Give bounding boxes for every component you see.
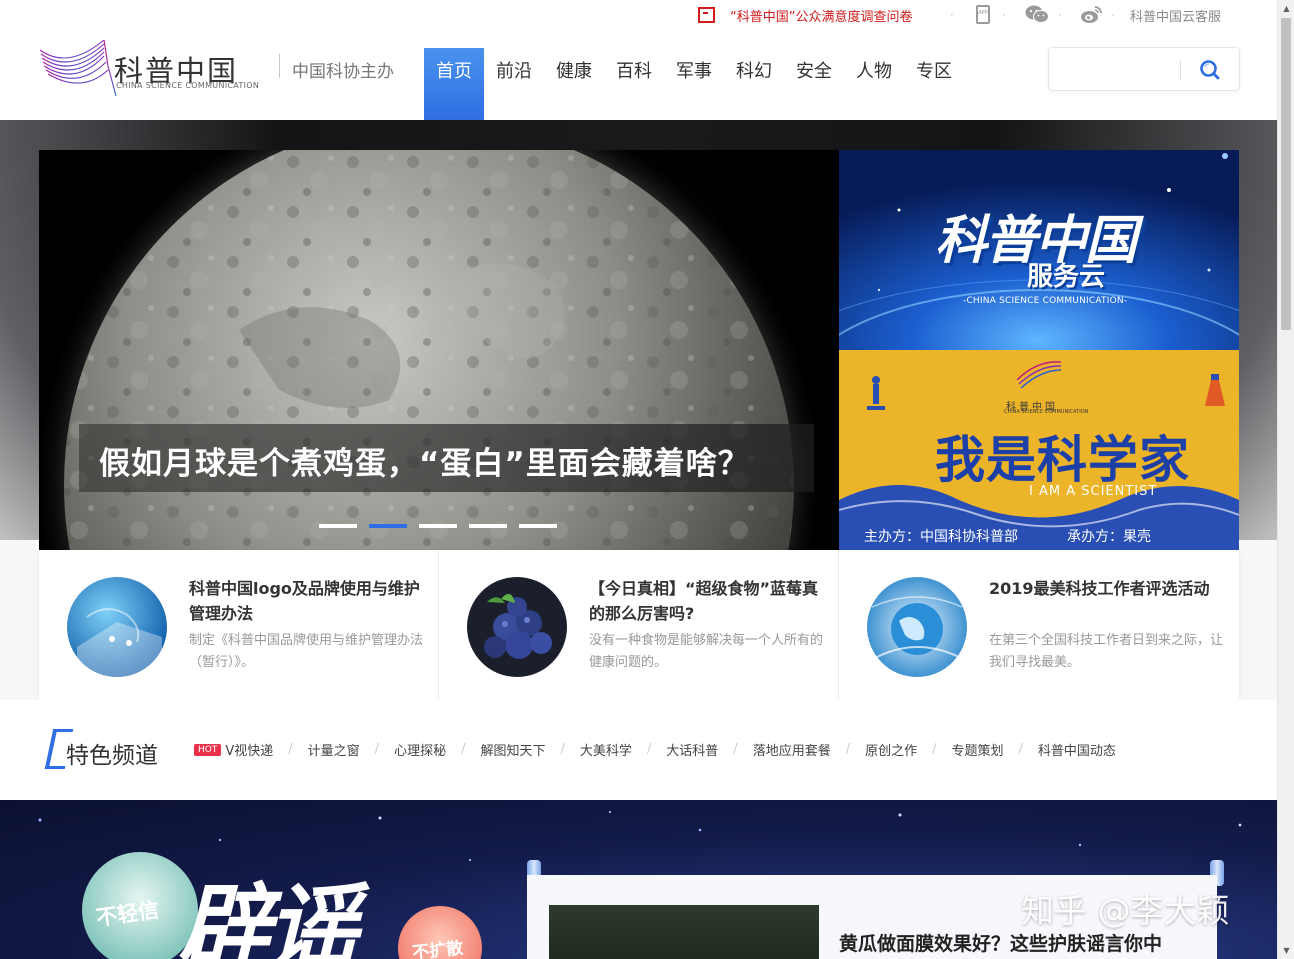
app-icon[interactable]: APP <box>976 5 990 24</box>
channel-link[interactable]: 大美科学 <box>580 740 632 759</box>
slider-pagination <box>319 524 557 528</box>
rumor-badge-right: 不扩散 <box>411 938 465 959</box>
channel-link[interactable]: 科普中国动态 <box>1038 740 1116 759</box>
zhihu-watermark: 知乎 @李大颖 <box>1021 891 1230 930</box>
search-input[interactable] <box>1059 56 1175 82</box>
hero-slider[interactable]: 假如月球是个煮鸡蛋，“蛋白”里面会藏着啥？ <box>39 150 839 550</box>
rumor-article-thumbnail[interactable] <box>549 905 819 959</box>
scientist-co-organizer: 承办方：果壳 <box>1067 529 1151 545</box>
channel-link[interactable]: 大话科普 <box>666 740 718 759</box>
wechat-icon[interactable] <box>1025 5 1049 23</box>
nav-item-encyclopedia[interactable]: 百科 <box>604 48 664 120</box>
separator: · <box>1002 8 1006 22</box>
card-description: 没有一种食物是能够解决每一个人所有的健康问题的。 <box>589 633 824 670</box>
channel-link[interactable]: 解图知天下 <box>480 740 545 759</box>
site-header: 科普中国 CHINA SCIENCE COMMUNICATION 中国科协主办 … <box>0 30 1277 120</box>
feature-card[interactable]: 【今日真相】“超级食物”蓝莓真的那么厉害吗? 没有一种食物是能够解决每一个人所有… <box>439 550 839 700</box>
cloud-service-link[interactable]: 科普中国云客服 <box>1130 6 1221 25</box>
hot-badge: HOT <box>194 743 222 756</box>
slider-dot[interactable] <box>419 524 457 528</box>
rumor-article-title[interactable]: 黄瓜做面膜效果好？这些护肤谣言你中 <box>839 929 1162 956</box>
separator: / <box>461 742 466 757</box>
featured-channels: 特色频道 HOT V视快递 / 计量之窗 / 心理探秘 / 解图知天下 / 大美… <box>0 700 1277 800</box>
nav-item-safety[interactable]: 安全 <box>784 48 844 120</box>
survey-text[interactable]: “科普中国”公众满意度调查问卷 <box>730 6 912 25</box>
page: “科普中国”公众满意度调查问卷 · APP · · · 科普中国云客服 科普中国… <box>0 0 1294 959</box>
separator: · <box>950 8 954 22</box>
nav-item-home[interactable]: 首页 <box>424 48 484 120</box>
organizer-label: 中国科协主办 <box>292 62 394 82</box>
main-nav: 首页 前沿 健康 百科 军事 科幻 安全 人物 专区 <box>424 48 964 120</box>
separator: / <box>646 742 652 757</box>
rumor-debunk-section: 不轻信 辟谣 不扩散 黄瓜做面膜效果好？这些护肤谣言你中 <box>0 800 1277 959</box>
card-title[interactable]: 【今日真相】“超级食物”蓝莓真的那么厉害吗? <box>589 576 823 626</box>
banner-i-am-a-scientist[interactable]: 科普中国 CHINA SCIENCE COMMUNICATION 我是科学家 I… <box>839 350 1239 550</box>
nav-item-people[interactable]: 人物 <box>844 48 904 120</box>
service-cloud-en: -CHINA SCIENCE COMMUNICATION- <box>963 296 1128 306</box>
service-cloud-subtitle: 服务云 <box>1027 262 1106 292</box>
card-description: 制定《科普中国品牌使用与维护管理办法（暂行）》。 <box>189 633 424 670</box>
vertical-scrollbar[interactable]: ▲ ▼ <box>1277 0 1294 959</box>
survey-icon <box>698 7 715 23</box>
feature-cards: 科普中国logo及品牌使用与维护管理办法 制定《科普中国品牌使用与维护管理办法（… <box>39 550 1239 700</box>
scientist-logo-en: CHINA SCIENCE COMMUNICATION <box>1004 409 1089 415</box>
channel-link[interactable]: 心理探秘 <box>394 740 446 759</box>
survey-link[interactable]: “科普中国”公众满意度调查问卷 <box>698 6 912 25</box>
card-title[interactable]: 科普中国logo及品牌使用与维护管理办法 <box>189 576 423 626</box>
slide-caption[interactable]: 假如月球是个煮鸡蛋，“蛋白”里面会藏着啥？ <box>99 438 750 483</box>
feature-card[interactable]: 科普中国logo及品牌使用与维护管理办法 制定《科普中国品牌使用与维护管理办法（… <box>39 550 439 700</box>
channel-link[interactable]: 原创之作 <box>865 740 917 759</box>
nav-item-frontier[interactable]: 前沿 <box>484 48 544 120</box>
banner-service-cloud[interactable]: 科普中国 服务云 -CHINA SCIENCE COMMUNICATION- <box>839 150 1239 350</box>
nav-item-military[interactable]: 军事 <box>664 48 724 120</box>
slider-dot[interactable] <box>319 524 357 528</box>
scrollbar-thumb[interactable] <box>1281 18 1291 330</box>
search-divider <box>1180 60 1181 80</box>
channel-link[interactable]: 专题策划 <box>952 740 1004 759</box>
scientist-host: 主办方：中国科协科普部 <box>864 529 1018 545</box>
nav-item-zone[interactable]: 专区 <box>904 48 964 120</box>
separator: / <box>288 742 293 757</box>
logo-divider <box>279 54 280 78</box>
separator: / <box>1018 742 1023 757</box>
scroll-down-icon[interactable]: ▼ <box>1278 942 1294 959</box>
separator: / <box>932 742 937 757</box>
card-title[interactable]: 2019最美科技工作者评选活动 <box>989 576 1223 601</box>
separator: / <box>845 742 851 757</box>
nav-item-health[interactable]: 健康 <box>544 48 604 120</box>
separator: / <box>733 742 738 757</box>
scroll-up-icon[interactable]: ▲ <box>1278 0 1294 17</box>
feature-card[interactable]: 2019最美科技工作者评选活动 在第三个全国科技工作者日到来之际，让我们寻找最美… <box>839 550 1239 700</box>
channel-link[interactable]: 计量之窗 <box>308 740 360 759</box>
nav-item-scifi[interactable]: 科幻 <box>724 48 784 120</box>
slider-dot[interactable] <box>519 524 557 528</box>
separator: · <box>1111 8 1115 22</box>
logo-en-tagline: CHINA SCIENCE COMMUNICATION <box>116 81 260 90</box>
search-icon[interactable] <box>1197 57 1223 83</box>
channel-link[interactable]: 落地应用套餐 <box>753 740 831 759</box>
card-description: 在第三个全国科技工作者日到来之际，让我们寻找最美。 <box>989 633 1224 670</box>
separator: · <box>1058 8 1062 22</box>
site-logo[interactable]: 科普中国 CHINA SCIENCE COMMUNICATION <box>38 36 278 100</box>
slider-dot-active[interactable] <box>369 524 407 528</box>
rumor-big-text: 辟谣 <box>178 874 358 959</box>
channels-list: HOT V视快递 / 计量之窗 / 心理探秘 / 解图知天下 / 大美科学 / … <box>194 740 1116 759</box>
top-utility-bar: “科普中国”公众满意度调查问卷 · APP · · · 科普中国云客服 <box>0 0 1277 30</box>
card-thumbnail[interactable] <box>867 577 967 677</box>
card-thumbnail[interactable] <box>467 577 567 677</box>
scientist-en: I AM A SCIENTIST <box>1029 484 1158 499</box>
channels-title: 特色频道 <box>66 743 158 769</box>
channel-link[interactable]: V视快递 <box>225 740 273 759</box>
search-box <box>1048 47 1240 91</box>
logo-mark-icon <box>39 39 117 97</box>
card-thumbnail[interactable] <box>67 577 167 677</box>
slider-dot[interactable] <box>469 524 507 528</box>
separator: / <box>560 742 565 757</box>
separator: / <box>374 742 380 757</box>
scientist-title: 我是科学家 <box>935 430 1190 489</box>
weibo-icon[interactable] <box>1080 5 1102 24</box>
